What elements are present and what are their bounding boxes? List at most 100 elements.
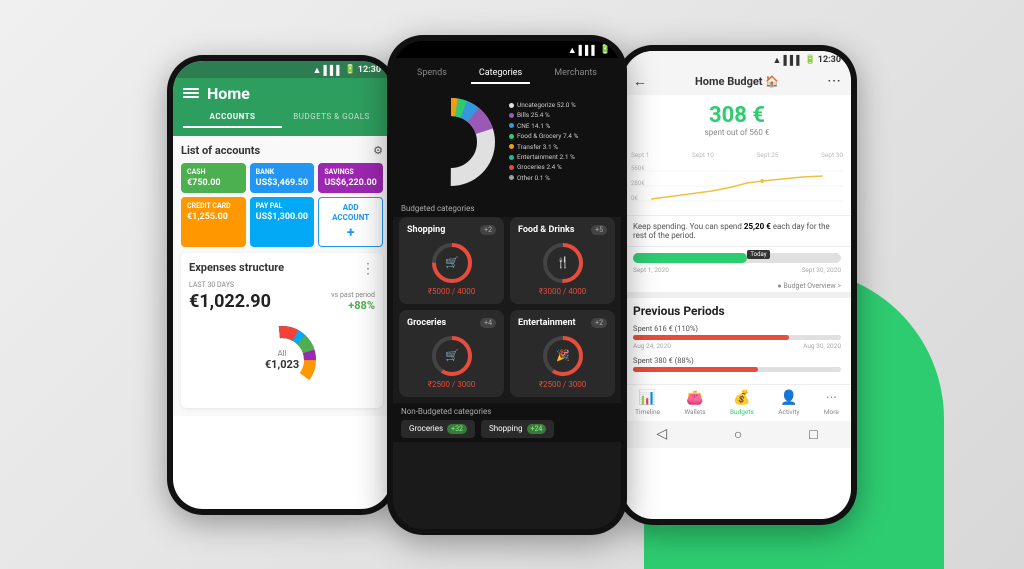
spent-amount: 308 € <box>631 103 843 128</box>
recents-nav-button[interactable]: □ <box>809 426 817 443</box>
add-account-label: ADD ACCOUNT <box>325 203 376 224</box>
status-icons-2: ▲ ▌▌▌ 🔋 <box>568 45 611 56</box>
tab-categories[interactable]: Categories <box>471 64 530 84</box>
signal-icon-2: ▌▌▌ <box>579 45 598 56</box>
legend-dot-4 <box>509 144 514 149</box>
time-3: 12:30 <box>818 55 841 65</box>
non-budgeted-shopping[interactable]: Shopping +24 <box>481 420 554 438</box>
chart-labels: Sept 1 Sept 10 Sept 25 Sept 30 <box>631 151 843 159</box>
non-budgeted-list: Groceries +32 Shopping +24 <box>401 420 613 438</box>
phone-3-status-bar: ▲ ▌▌▌ 🔋 12:30 <box>623 51 851 68</box>
period-label-0: Spent 616 € (110%) <box>633 324 698 333</box>
tab-merchants[interactable]: Merchants <box>546 64 605 84</box>
phone-3: ▲ ▌▌▌ 🔋 12:30 ← Home Budget 🏠 ⋯ 308 € sp… <box>617 45 857 525</box>
legend-item-1: Bills 25.4 % <box>509 110 578 120</box>
tab-budgets-goals[interactable]: BUDGETS & GOALS <box>282 107 381 128</box>
svg-text:🛒: 🛒 <box>445 349 459 362</box>
timeline-label: Timeline <box>635 408 660 416</box>
account-grid: CASH €750.00 BANK US$3,469.50 SAVINGS US… <box>181 163 383 248</box>
period-fill-0 <box>633 335 789 340</box>
accounts-title: List of accounts <box>181 144 260 157</box>
budgets-icon: 💰 <box>733 390 750 406</box>
category-food-drinks[interactable]: Food & Drinks +5 🍴 ₹3000 / 4000 <box>510 217 615 304</box>
non-budgeted-section: Non-Budgeted categories Groceries +32 Sh… <box>393 403 621 442</box>
battery-icon-2: 🔋 <box>600 45 611 55</box>
account-savings[interactable]: SAVINGS US$6,220.00 <box>318 163 383 193</box>
more-icon: ··· <box>826 390 837 406</box>
period-header-0: Spent 616 € (110%) <box>633 324 841 333</box>
food-header: Food & Drinks +5 <box>518 225 607 235</box>
add-account-button[interactable]: ADD ACCOUNT + <box>318 197 383 248</box>
account-paypal[interactable]: PAY PAL US$1,300.00 <box>250 197 315 248</box>
expenses-header: Expenses structure ⋮ <box>189 261 375 277</box>
phone-2-donut-section: Uncategorize 52.0 % Bills 25.4 % CNE 14.… <box>393 84 621 200</box>
budgets-label: Budgets <box>730 408 754 416</box>
phone-1: ▲ ▌▌▌ 🔋 12:30 Home ACCOUNTS BUDGETS & GO… <box>167 55 397 515</box>
budget-overview-link[interactable]: ● Budget Overview > <box>623 280 851 292</box>
shopping-progress-circle: 🛒 <box>430 241 474 285</box>
more-menu-icon[interactable]: ⋯ <box>827 73 841 89</box>
non-budgeted-groceries[interactable]: Groceries +32 <box>401 420 475 438</box>
svg-text:🛒: 🛒 <box>445 256 459 269</box>
tab-accounts[interactable]: ACCOUNTS <box>183 107 282 128</box>
hamburger-menu[interactable] <box>183 88 199 98</box>
period-dates-0: Aug 24, 2020 Aug 30, 2020 <box>633 342 841 350</box>
phones-container: ▲ ▌▌▌ 🔋 12:30 Home ACCOUNTS BUDGETS & GO… <box>0 0 1024 569</box>
expenses-amount: €1,022.90 <box>189 291 271 312</box>
entertainment-title: Entertainment <box>518 318 576 328</box>
nav-budgets[interactable]: 💰 Budgets <box>730 390 754 416</box>
period-header-1: Spent 380 € (88%) <box>633 356 841 365</box>
legend-dot-2 <box>509 123 514 128</box>
cash-label: CASH <box>187 168 240 176</box>
svg-text:0€: 0€ <box>631 195 638 202</box>
progress-section: Today Sept 1, 2020 Sept 30, 2020 <box>623 246 851 280</box>
groceries-header: Groceries +4 <box>407 318 496 328</box>
period-end-0: Aug 30, 2020 <box>803 342 841 350</box>
phone-3-topbar: ← Home Budget 🏠 ⋯ <box>623 68 851 95</box>
shopping-badge: +2 <box>480 225 496 235</box>
donut-center-value: €1,023 <box>265 358 299 371</box>
progress-dates: Sept 1, 2020 Sept 30, 2020 <box>633 266 841 274</box>
back-button[interactable]: ← <box>633 73 647 90</box>
nav-more[interactable]: ··· More <box>824 390 839 416</box>
legend-dot-3 <box>509 134 514 139</box>
legend-label-5: Entertainment 2.1 % <box>517 152 575 162</box>
legend-item-6: Groceries 2.4 % <box>509 162 578 172</box>
budgeted-label: Budgeted categories <box>393 200 621 217</box>
tab-spends[interactable]: Spends <box>409 64 455 84</box>
donut-chart: All €1,023 <box>242 320 322 400</box>
progress-end: Sept 30, 2020 <box>801 266 841 274</box>
home-nav-button[interactable]: ○ <box>734 426 742 443</box>
nav-timeline[interactable]: 📊 Timeline <box>635 390 660 416</box>
category-groceries[interactable]: Groceries +4 🛒 ₹2500 / 3000 <box>399 310 504 397</box>
bank-value: US$3,469.50 <box>256 178 309 188</box>
today-marker: Today <box>747 250 769 259</box>
bank-label: BANK <box>256 168 309 176</box>
more-options-icon[interactable]: ⋮ <box>361 261 375 277</box>
account-cash[interactable]: CASH €750.00 <box>181 163 246 193</box>
legend-dot-5 <box>509 155 514 160</box>
category-entertainment[interactable]: Entertainment +2 🎉 ₹2500 / 3000 <box>510 310 615 397</box>
paypal-label: PAY PAL <box>256 202 309 210</box>
period-item-0: Spent 616 € (110%) Aug 24, 2020 Aug 30, … <box>633 324 841 350</box>
wallets-icon: 👛 <box>686 390 703 406</box>
period-label-1: Spent 380 € (88%) <box>633 356 694 365</box>
phone-1-body: List of accounts ⚙ CASH €750.00 BANK US$… <box>173 136 391 417</box>
account-bank[interactable]: BANK US$3,469.50 <box>250 163 315 193</box>
period-bar-1 <box>633 367 841 372</box>
nav-wallets[interactable]: 👛 Wallets <box>684 390 705 416</box>
settings-icon[interactable]: ⚙ <box>373 144 383 157</box>
account-credit[interactable]: CREDIT CARD €1,255.00 <box>181 197 246 248</box>
back-nav-button[interactable]: ◁ <box>656 426 667 442</box>
groceries-amount: ₹2500 / 3000 <box>407 380 496 389</box>
savings-value: US$6,220.00 <box>324 178 377 188</box>
category-shopping[interactable]: Shopping +2 🛒 ₹5000 / 4000 <box>399 217 504 304</box>
chart-label-3: Sept 30 <box>821 151 843 159</box>
legend-label-3: Food & Grocery 7.4 % <box>517 131 578 141</box>
legend-item-5: Entertainment 2.1 % <box>509 152 578 162</box>
activity-icon: 👤 <box>780 390 797 406</box>
period-start-0: Aug 24, 2020 <box>633 342 671 350</box>
food-title: Food & Drinks <box>518 225 574 235</box>
spent-out-of: spent out of 560 € <box>631 128 843 137</box>
nav-activity[interactable]: 👤 Activity <box>778 390 799 416</box>
